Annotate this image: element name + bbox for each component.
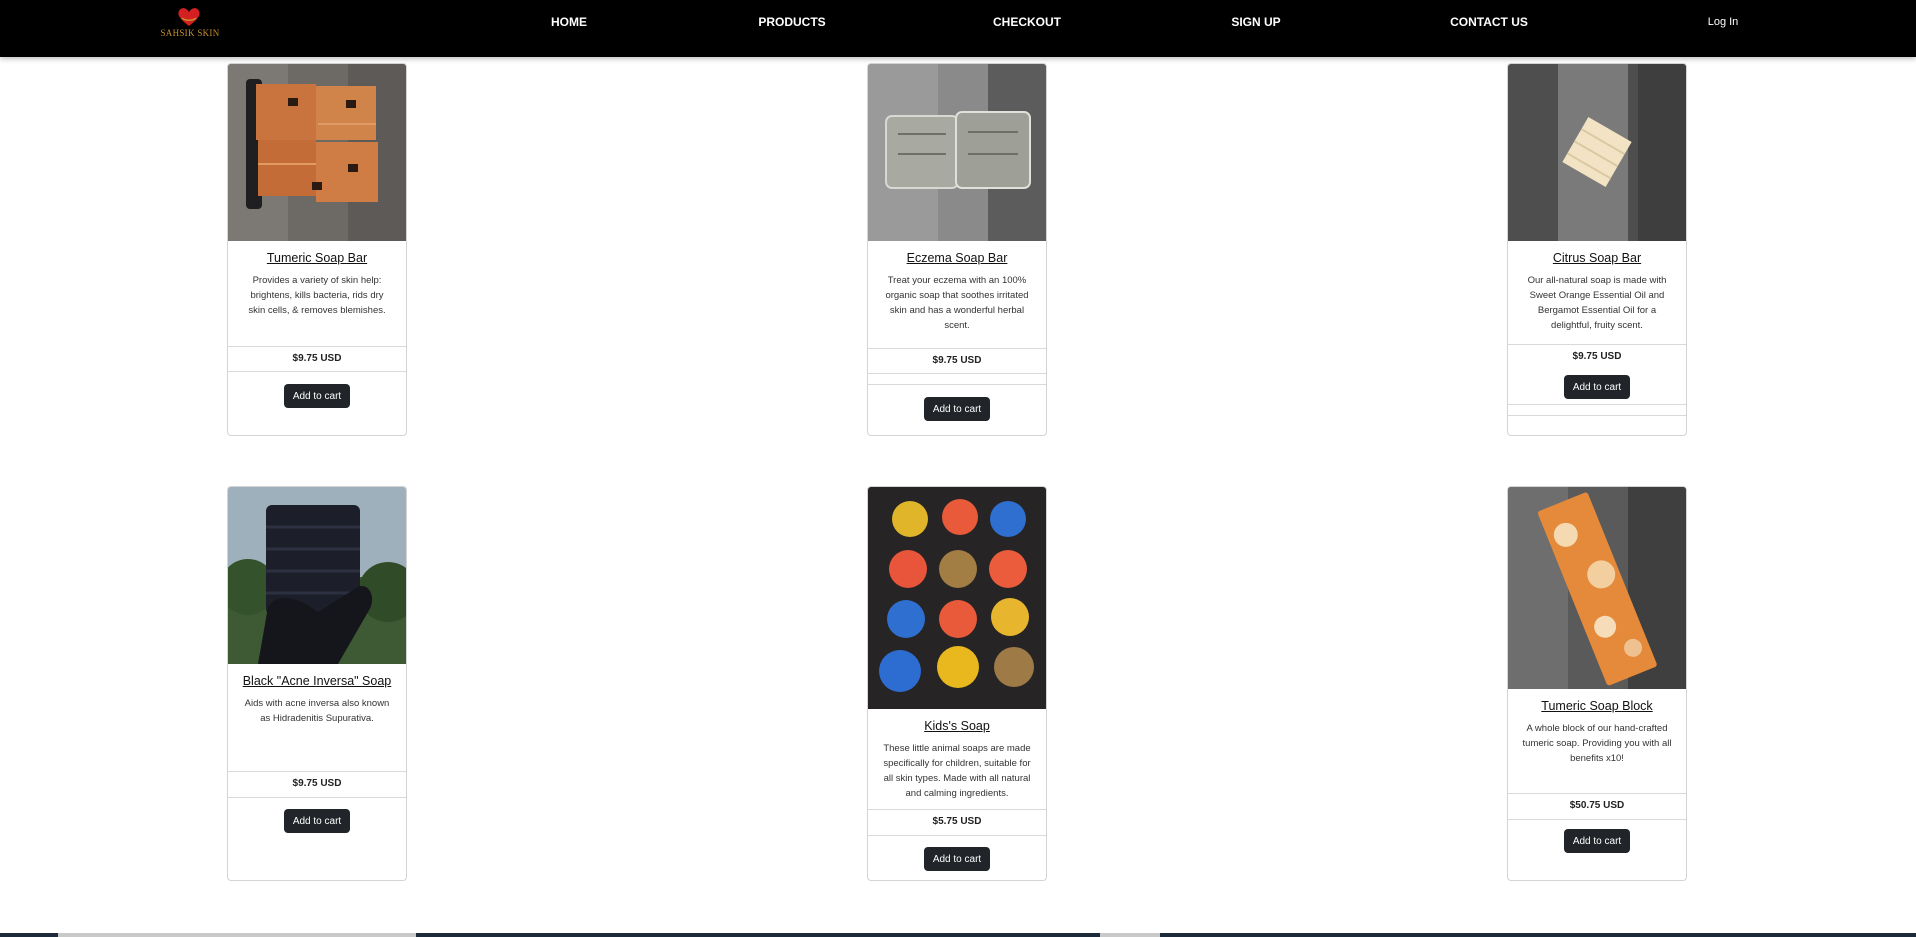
nav-signup-link[interactable]: SIGN UP <box>1231 15 1280 29</box>
heart-logo-icon <box>178 8 200 26</box>
product-card: Kids's Soap These little animal soaps ar… <box>867 486 1047 881</box>
product-image[interactable] <box>1508 487 1686 689</box>
divider <box>1508 344 1686 345</box>
product-card: Eczema Soap Bar Treat your eczema with a… <box>867 63 1047 436</box>
divider <box>1508 819 1686 820</box>
divider <box>1508 404 1686 405</box>
divider <box>868 835 1046 836</box>
divider <box>868 809 1046 810</box>
product-image[interactable] <box>868 64 1046 241</box>
product-price: $9.75 USD <box>292 353 342 364</box>
product-price: $9.75 USD <box>1572 351 1622 362</box>
top-navbar: SAHSIK SKIN HOME PRODUCTS CHECKOUT SIGN … <box>0 0 1916 57</box>
product-card: Tumeric Soap Bar Provides a variety of s… <box>227 63 407 436</box>
add-to-cart-button[interactable]: Add to cart <box>1564 829 1630 853</box>
product-card: Tumeric Soap Block A whole block of our … <box>1507 486 1687 881</box>
divider <box>1508 793 1686 794</box>
divider <box>228 797 406 798</box>
brand-logo-text: SAHSIK SKIN <box>160 28 220 38</box>
divider <box>228 371 406 372</box>
product-image[interactable] <box>868 487 1046 709</box>
product-price: $9.75 USD <box>932 355 982 366</box>
product-title-link[interactable]: Tumeric Soap Bar <box>232 251 402 265</box>
footer-edge-segment <box>1100 933 1160 937</box>
nav-checkout-link[interactable]: CHECKOUT <box>993 15 1061 29</box>
divider <box>868 373 1046 374</box>
product-image[interactable] <box>1508 64 1686 241</box>
add-to-cart-button[interactable]: Add to cart <box>284 809 350 833</box>
product-card: Citrus Soap Bar Our all-natural soap is … <box>1507 63 1687 436</box>
product-description: These little animal soaps are made speci… <box>883 743 1031 799</box>
nav-products-link[interactable]: PRODUCTS <box>758 15 825 29</box>
divider <box>868 384 1046 385</box>
product-description: Treat your eczema with an 100% organic s… <box>885 275 1029 331</box>
add-to-cart-button[interactable]: Add to cart <box>924 397 990 421</box>
nav-login-link[interactable]: Log In <box>1708 16 1739 28</box>
product-image[interactable] <box>228 64 406 241</box>
product-title-link[interactable]: Tumeric Soap Block <box>1512 699 1682 713</box>
brand-logo[interactable]: SAHSIK SKIN <box>156 6 224 40</box>
product-description: Our all-natural soap is made with Sweet … <box>1527 275 1667 331</box>
product-description: A whole block of our hand-crafted tumeri… <box>1522 723 1672 764</box>
product-description: Aids with acne inversa also known as Hid… <box>244 698 390 724</box>
product-price: $5.75 USD <box>932 816 982 827</box>
divider <box>1508 415 1686 416</box>
product-description: Provides a variety of skin help: brighte… <box>248 275 386 316</box>
product-image[interactable] <box>228 487 406 664</box>
add-to-cart-button[interactable]: Add to cart <box>1564 375 1630 399</box>
product-title-link[interactable]: Kids's Soap <box>872 719 1042 733</box>
footer-edge-segment <box>58 933 416 937</box>
product-title-link[interactable]: Black "Acne Inversa" Soap <box>232 674 402 688</box>
product-title-link[interactable]: Citrus Soap Bar <box>1512 251 1682 265</box>
add-to-cart-button[interactable]: Add to cart <box>284 384 350 408</box>
add-to-cart-button[interactable]: Add to cart <box>924 847 990 871</box>
divider <box>228 771 406 772</box>
product-title-link[interactable]: Eczema Soap Bar <box>872 251 1042 265</box>
nav-home-link[interactable]: HOME <box>551 15 587 29</box>
divider <box>868 348 1046 349</box>
nav-contact-link[interactable]: CONTACT US <box>1450 15 1528 29</box>
product-card: Black "Acne Inversa" Soap Aids with acne… <box>227 486 407 881</box>
product-price: $50.75 USD <box>1569 800 1625 811</box>
product-price: $9.75 USD <box>292 778 342 789</box>
divider <box>228 346 406 347</box>
